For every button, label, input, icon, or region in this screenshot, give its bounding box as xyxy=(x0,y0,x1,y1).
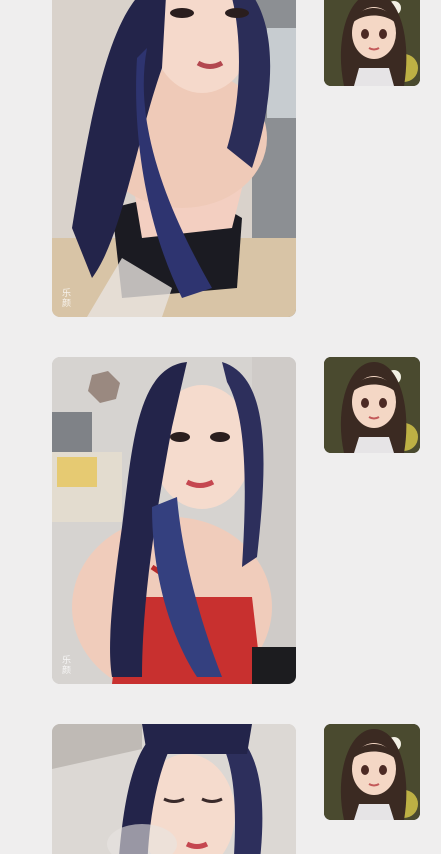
avatar[interactable] xyxy=(324,724,420,820)
watermark-label: 乐 颜 xyxy=(62,289,72,309)
selfie-image xyxy=(52,0,296,317)
anime-girl-avatar-icon xyxy=(324,724,420,820)
selfie-image xyxy=(52,357,296,684)
anime-girl-avatar-icon xyxy=(324,357,420,453)
avatar[interactable] xyxy=(324,0,420,86)
post-photo[interactable]: 乐 颜 xyxy=(52,0,296,317)
photo-feed: 乐 颜 乐 颜 xyxy=(0,0,441,854)
post-photo[interactable] xyxy=(52,724,296,854)
post-photo[interactable]: 乐 颜 xyxy=(52,357,296,684)
avatar[interactable] xyxy=(324,357,420,453)
anime-girl-avatar-icon xyxy=(324,0,420,86)
watermark-label: 乐 颜 xyxy=(62,656,72,676)
selfie-image xyxy=(52,724,296,854)
